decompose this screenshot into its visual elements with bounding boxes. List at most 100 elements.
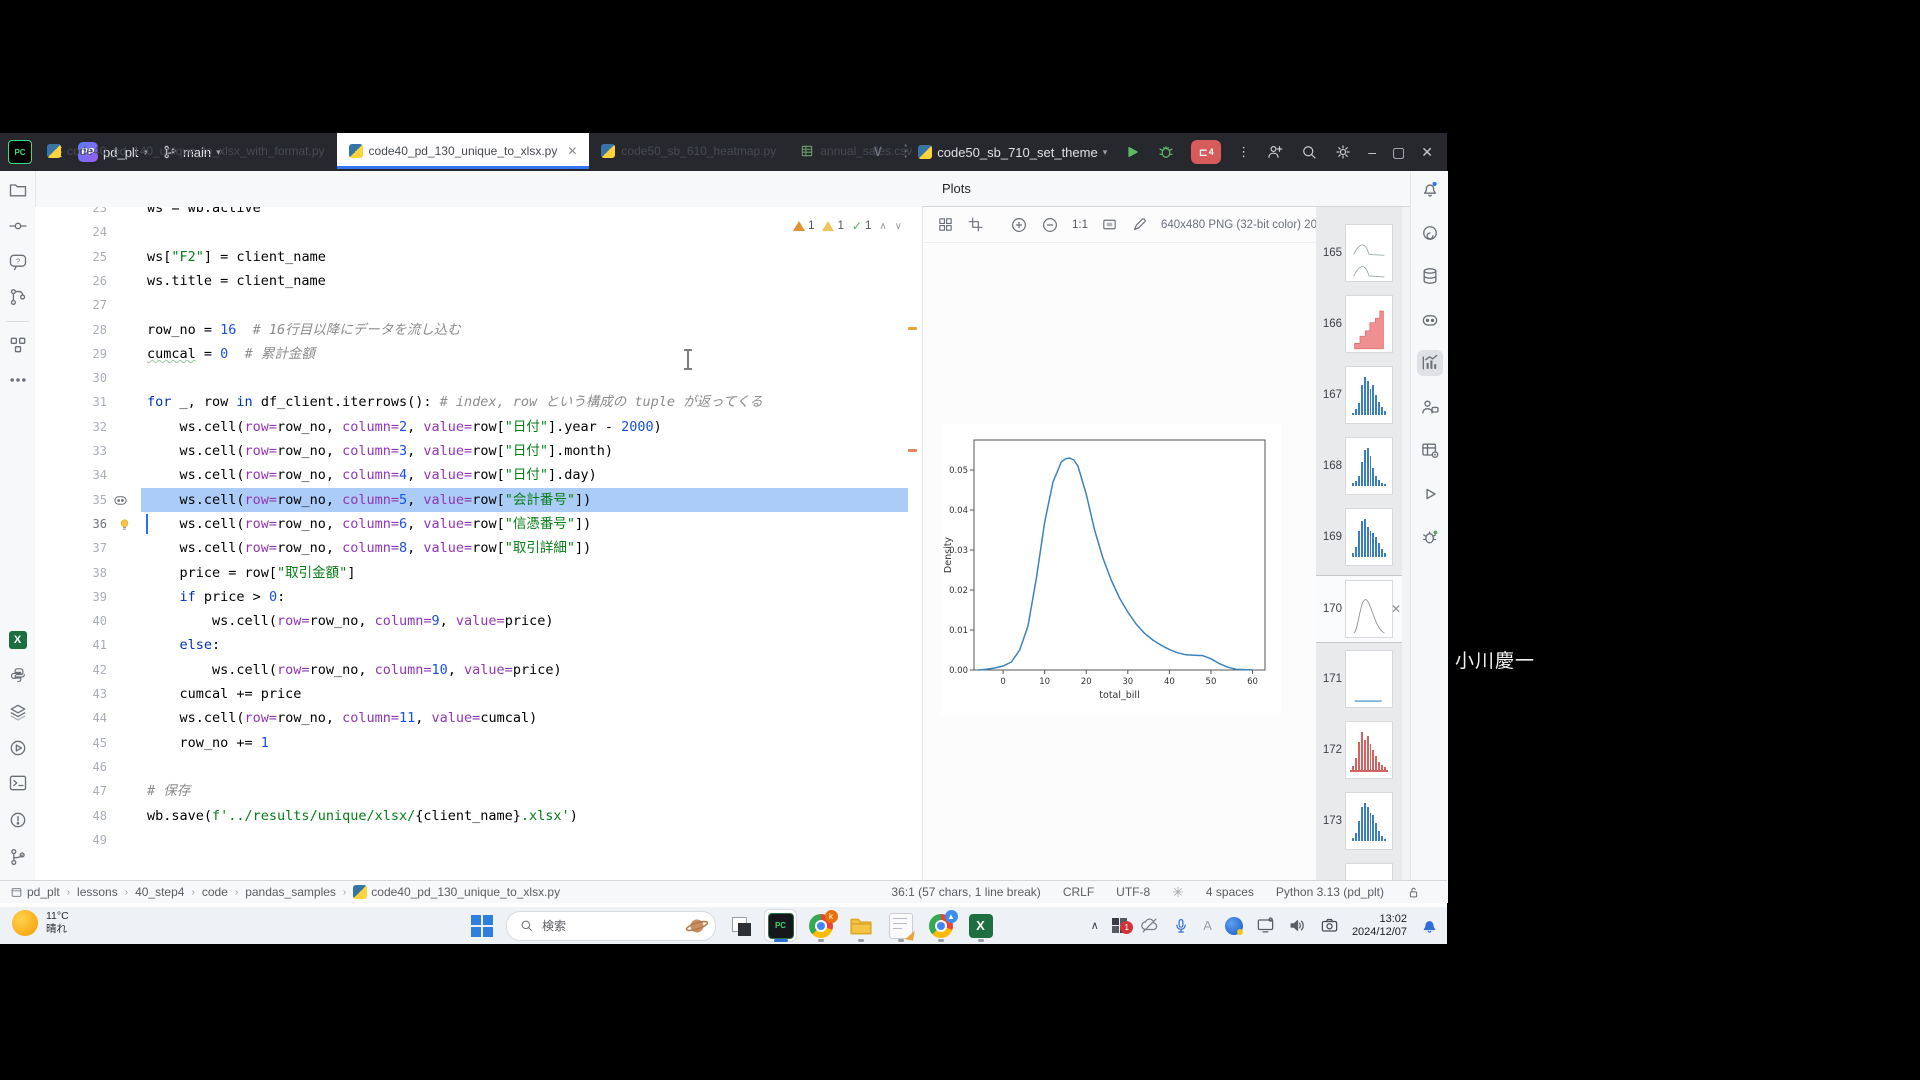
task-view-button[interactable] (725, 910, 756, 941)
project-tool-icon[interactable] (5, 177, 31, 203)
speaker-icon[interactable] (1288, 916, 1307, 935)
run-tool-icon[interactable] (1417, 481, 1443, 507)
code-line-42[interactable]: 42 ws.cell(row=row_no, column=10, value=… (35, 658, 922, 682)
recorder-badge-button[interactable]: ⊏4 (1191, 140, 1221, 164)
code-line-48[interactable]: 48wb.save(f'../results/unique/xlsx/{clie… (35, 804, 922, 828)
code-line-23[interactable]: 23ws = wb.active (35, 207, 922, 220)
code-line-39[interactable]: 39 if price > 0: (35, 585, 922, 609)
tab-close-icon[interactable]: ✕ (567, 144, 577, 158)
code-line-47[interactable]: 47# 保存 (35, 779, 922, 803)
breadcrumb-item[interactable]: code (202, 885, 228, 899)
taskbar-search-input[interactable]: 検索 (506, 911, 716, 941)
code-line-36[interactable]: 36 ws.cell(row=row_no, column=6, value=r… (35, 512, 922, 536)
breadcrumb-item[interactable]: 40_step4 (135, 885, 184, 899)
code-line-26[interactable]: 26ws.title = client_name (35, 269, 922, 293)
clock-widget[interactable]: 13:02 2024/12/07 (1352, 913, 1407, 939)
zoom-in-icon[interactable] (1010, 216, 1028, 234)
chrome-drive-taskbar-button[interactable]: ▲ (925, 910, 956, 941)
display-cast-icon[interactable] (1256, 916, 1275, 935)
code-line-33[interactable]: 33 ws.cell(row=row_no, column=3, value=r… (35, 439, 922, 463)
code-line-41[interactable]: 41 else: (35, 633, 922, 657)
tab-options-kebab-icon[interactable]: ⋮ (898, 141, 914, 161)
hidden-tabs-chevron-icon[interactable]: ∨ (872, 141, 884, 161)
tab-code50_sb_610_heatmap.py[interactable]: code50_sb_610_heatmap.py (589, 133, 788, 169)
thumbnail-image[interactable] (1345, 650, 1393, 708)
thumbnail-close-icon[interactable]: ✕ (1391, 602, 1401, 616)
code-line-28[interactable]: 28row_no = 16 # 16行目以降にデータを流し込む (35, 318, 922, 342)
encoding-status[interactable]: UTF-8 (1116, 885, 1150, 899)
thumbnail-image[interactable] (1345, 792, 1393, 850)
commit-tool-icon[interactable] (5, 213, 31, 239)
copilot-icon[interactable] (1417, 307, 1443, 333)
breadcrumb-item[interactable]: pandas_samples (245, 885, 336, 899)
services-tool-icon[interactable] (5, 699, 31, 725)
code-line-40[interactable]: 40 ws.cell(row=row_no, column=9, value=p… (35, 609, 922, 633)
notifications-icon[interactable] (1417, 176, 1443, 202)
thumbnail-image[interactable] (1345, 437, 1393, 495)
code-line-46[interactable]: 46 (35, 755, 922, 779)
indent-status[interactable]: 4 spaces (1206, 885, 1254, 899)
interpreter-status[interactable]: Python 3.13 (pd_plt) (1276, 885, 1384, 899)
python-packages-tool-icon[interactable] (5, 663, 31, 689)
ime-mode-indicator[interactable]: A (1203, 918, 1212, 933)
onedrive-paused-icon[interactable] (1140, 916, 1159, 935)
plot-thumbnail-partial[interactable] (1316, 859, 1402, 880)
run-button[interactable] (1123, 143, 1141, 161)
debug-button[interactable] (1157, 143, 1175, 161)
plot-thumbnail-171[interactable]: 171 (1316, 646, 1402, 712)
line-separator-status[interactable]: CRLF (1063, 885, 1094, 899)
plot-thumbnail-167[interactable]: 167 (1316, 362, 1402, 428)
ai-chat-tool-icon[interactable]: ? (5, 249, 31, 275)
code-with-me-icon[interactable] (1266, 143, 1284, 161)
settings-gear-icon[interactable] (1334, 143, 1352, 161)
pull-requests-tool-icon[interactable] (5, 284, 31, 310)
plot-thumbnail-173[interactable]: 173 (1316, 788, 1402, 854)
code-line-32[interactable]: 32 ws.cell(row=row_no, column=2, value=r… (35, 415, 922, 439)
plot-thumbnail-168[interactable]: 168 (1316, 433, 1402, 499)
tab-code40_pd_130_unique_to_xlsx.py[interactable]: code40_pd_130_unique_to_xlsx.py✕ (337, 133, 590, 169)
caret-position-status[interactable]: 36:1 (57 chars, 1 line break) (891, 885, 1040, 899)
tray-chevron-up-icon[interactable]: ∧ (1091, 919, 1099, 932)
code-line-29[interactable]: 29cumcal = 0 # 累計金額 (35, 342, 922, 366)
breadcrumb-item[interactable]: lessons (77, 885, 118, 899)
code-line-44[interactable]: 44 ws.cell(row=row_no, column=11, value=… (35, 706, 922, 730)
debug-tool-icon[interactable] (1417, 524, 1443, 550)
terminal-tool-icon[interactable] (5, 770, 31, 796)
excel-taskbar-button[interactable]: X (965, 910, 996, 941)
zoom-out-icon[interactable] (1041, 216, 1059, 234)
thumbnail-image[interactable] (1345, 721, 1393, 779)
code-line-25[interactable]: 25ws["F2"] = client_name (35, 245, 922, 269)
thumbnail-image[interactable] (1345, 508, 1393, 566)
explorer-taskbar-button[interactable] (845, 910, 876, 941)
code-line-45[interactable]: 45 row_no += 1 (35, 731, 922, 755)
pen-tool-icon[interactable] (1131, 216, 1148, 233)
more-tools-icon[interactable] (5, 367, 31, 393)
thumbnail-image[interactable] (1345, 295, 1393, 353)
window-minimize-button[interactable]: – (1368, 144, 1376, 160)
code-editor[interactable]: 1 1 ✓1 ∧ ∨ 23ws = wb.active2425ws["F2"] … (35, 207, 922, 880)
excel-tool-icon[interactable]: X (5, 627, 31, 653)
plot-thumbnail-166[interactable]: 166 (1316, 291, 1402, 357)
camera-sync-icon[interactable] (1320, 916, 1339, 935)
version-control-tool-icon[interactable] (5, 844, 31, 870)
window-maximize-button[interactable]: ▢ (1392, 144, 1405, 161)
tab-code40_pd_140_unique_to_xlsx_with_format.py[interactable]: code40_pd_140_unique_to_xlsx_with_format… (35, 133, 337, 169)
structure-tool-icon[interactable] (5, 332, 31, 358)
plot-thumbnail-165[interactable]: 165 (1316, 220, 1402, 286)
thumbnail-image[interactable] (1345, 580, 1393, 638)
code-line-31[interactable]: 31for _, row in df_client.iterrows(): # … (35, 390, 922, 414)
plot-thumbnail-169[interactable]: 169 (1316, 504, 1402, 570)
unlock-icon[interactable] (1406, 885, 1421, 900)
plot-thumbnail-170[interactable]: 170✕ (1316, 575, 1402, 643)
database-icon[interactable] (1417, 263, 1443, 289)
search-everywhere-icon[interactable] (1300, 143, 1318, 161)
weather-widget[interactable]: 11°C 晴れ (12, 910, 69, 936)
problems-tool-icon[interactable] (5, 807, 31, 833)
notification-bell-icon[interactable] (1420, 916, 1439, 935)
notepad-taskbar-button[interactable] (885, 910, 916, 941)
crop-frame-icon[interactable] (967, 216, 984, 233)
code-line-34[interactable]: 34 ws.cell(row=row_no, column=4, value=r… (35, 463, 922, 487)
python-console-tool-icon[interactable] (5, 735, 31, 761)
code-line-43[interactable]: 43 cumcal += price (35, 682, 922, 706)
data-tables-icon[interactable] (1417, 437, 1443, 463)
